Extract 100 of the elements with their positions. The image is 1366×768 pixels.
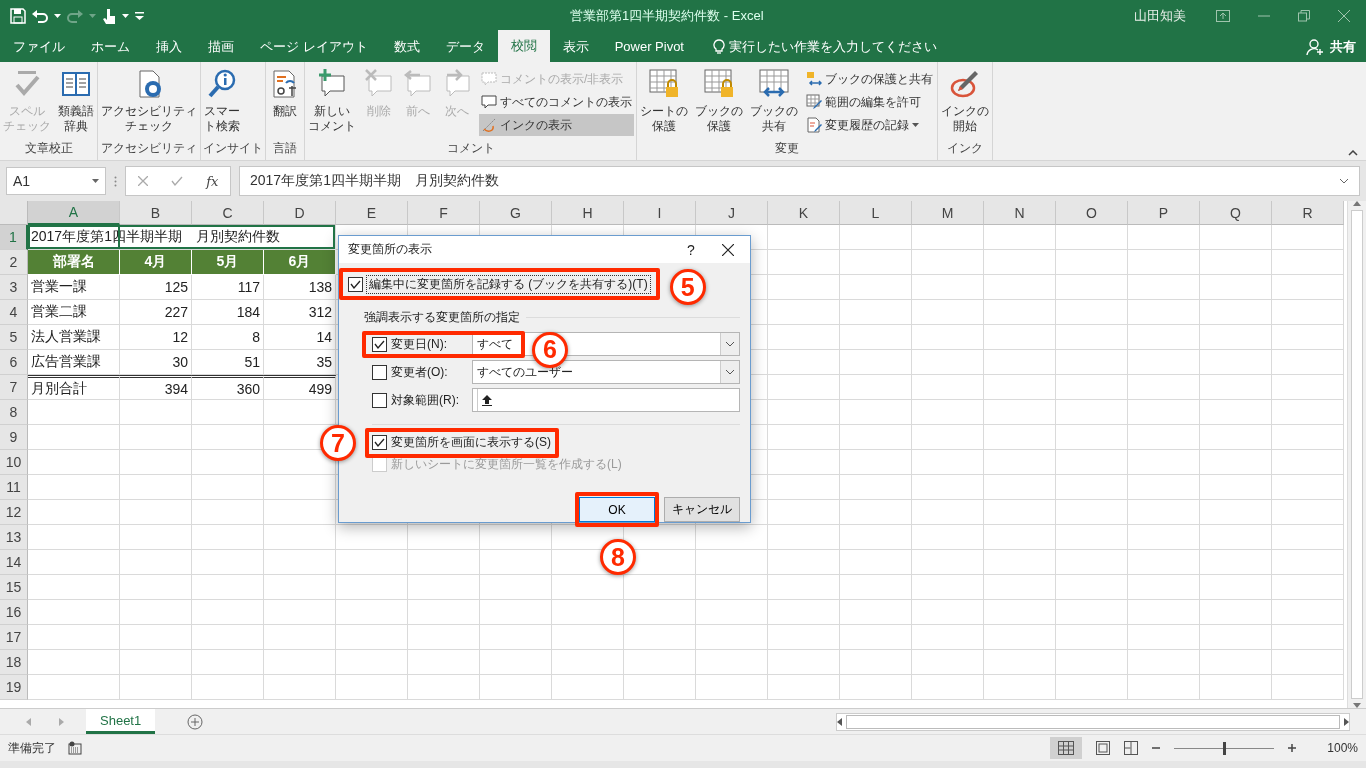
row-header[interactable]: 2	[0, 250, 28, 275]
ribbon-tab[interactable]: ページ レイアウト	[247, 32, 381, 62]
row-header[interactable]: 16	[0, 600, 28, 625]
help-button[interactable]: ?	[676, 241, 706, 258]
column-header[interactable]: R	[1272, 201, 1344, 225]
row-header[interactable]: 12	[0, 500, 28, 525]
checkbox[interactable]	[348, 276, 363, 292]
ribbon-button[interactable]: スマー ト検索	[203, 66, 241, 140]
column-header[interactable]: J	[696, 201, 768, 225]
ribbon-tab[interactable]: 挿入	[143, 32, 195, 62]
ribbon-button[interactable]: すべてのコメントの表示	[479, 91, 634, 113]
column-header[interactable]: L	[840, 201, 912, 225]
row-header[interactable]: 15	[0, 575, 28, 600]
zoom-level[interactable]: 100%	[1310, 741, 1366, 755]
ribbon-button[interactable]: ブックの 保護	[694, 66, 744, 140]
column-header[interactable]: O	[1056, 201, 1128, 225]
ribbon-tab[interactable]: Power Pivot	[601, 32, 697, 62]
tell-me-field[interactable]: 実行したい作業を入力してください	[729, 38, 937, 56]
ribbon-tab[interactable]: 描画	[195, 32, 247, 62]
ribbon-button[interactable]: インクの 開始	[940, 66, 990, 140]
row-header[interactable]: 7	[0, 375, 28, 400]
checkbox-label[interactable]: 対象範囲(R):	[391, 391, 459, 409]
sheet-tab[interactable]: Sheet1	[86, 709, 156, 734]
column-header[interactable]: N	[984, 201, 1056, 225]
row-header[interactable]: 3	[0, 275, 28, 300]
checkbox[interactable]	[372, 336, 387, 352]
page-layout-icon[interactable]	[1096, 741, 1110, 755]
ribbon-button[interactable]: 類義語 辞典	[57, 66, 95, 140]
checkbox-label[interactable]: 変更者(O):	[391, 363, 448, 381]
ribbon-button[interactable]: シートの 保護	[639, 66, 689, 140]
row-header[interactable]: 4	[0, 300, 28, 325]
column-header[interactable]: M	[912, 201, 984, 225]
save-icon[interactable]	[10, 8, 26, 24]
ribbon-tab[interactable]: ファイル	[0, 32, 78, 62]
ribbon-button[interactable]: 変更履歴の記録	[804, 114, 935, 136]
column-header[interactable]: A	[28, 201, 120, 225]
formula-field[interactable]: 2017年度第1四半期半期 月別契約件数	[239, 166, 1360, 196]
row-header[interactable]: 14	[0, 550, 28, 575]
column-header[interactable]: E	[336, 201, 408, 225]
row-header[interactable]: 17	[0, 625, 28, 650]
row-header[interactable]: 19	[0, 675, 28, 700]
dialog-button[interactable]: OK	[579, 497, 655, 522]
row-header[interactable]: 11	[0, 475, 28, 500]
ribbon-tab[interactable]: データ	[432, 32, 498, 62]
row-header[interactable]: 10	[0, 450, 28, 475]
zoom-slider[interactable]	[1222, 741, 1226, 755]
row-header[interactable]: 1	[0, 225, 28, 250]
checkbox[interactable]	[372, 392, 387, 408]
column-header[interactable]: B	[120, 201, 192, 225]
row-header[interactable]: 9	[0, 425, 28, 450]
ribbon-options-icon[interactable]	[1216, 10, 1230, 22]
row-header[interactable]: 6	[0, 350, 28, 375]
close-icon[interactable]	[722, 243, 734, 256]
expand-icon[interactable]	[1339, 178, 1349, 184]
row-header[interactable]: 8	[0, 400, 28, 425]
ribbon-button[interactable]: ブックの 共有	[749, 66, 799, 140]
ribbon-button[interactable]: 翻訳	[268, 66, 302, 140]
horizontal-scrollbar[interactable]	[836, 712, 1350, 731]
ribbon-tab[interactable]: 校閲	[497, 30, 550, 62]
row-header[interactable]: 5	[0, 325, 28, 350]
column-header[interactable]: K	[768, 201, 840, 225]
touch-icon[interactable]	[102, 8, 116, 24]
column-header[interactable]: D	[264, 201, 336, 225]
zoom-in-icon[interactable]	[1288, 744, 1296, 752]
zoom-out-icon[interactable]	[1152, 744, 1160, 752]
page-break-icon[interactable]	[1124, 741, 1138, 755]
checkbox-label[interactable]: 変更箇所を画面に表示する(S)	[391, 433, 551, 451]
ribbon-button[interactable]: インクの表示	[479, 114, 634, 136]
collapse-icon[interactable]	[1348, 150, 1358, 156]
column-header[interactable]: F	[408, 201, 480, 225]
column-header[interactable]: Q	[1200, 201, 1272, 225]
ribbon-tab[interactable]: 数式	[380, 32, 433, 62]
column-header[interactable]: G	[480, 201, 552, 225]
insert-function-button[interactable]: fx	[206, 173, 219, 189]
ribbon-button[interactable]: ブックの保護と共有	[804, 68, 935, 90]
column-header[interactable]: I	[624, 201, 696, 225]
column-header[interactable]: C	[192, 201, 264, 225]
add-sheet-icon[interactable]	[187, 713, 204, 730]
undo-icon[interactable]	[32, 9, 48, 23]
checkbox-label[interactable]: 編集中に変更箇所を記録する (ブックを共有する)(T)	[367, 275, 650, 293]
checkbox[interactable]	[372, 364, 387, 380]
share-button[interactable]: 共有	[1330, 38, 1356, 56]
vertical-scrollbar[interactable]	[1347, 201, 1366, 708]
name-box[interactable]: A1	[6, 167, 106, 195]
ribbon-tab[interactable]: 表示	[549, 32, 602, 62]
ribbon-button[interactable]: 範囲の編集を許可	[804, 91, 935, 113]
restore-icon[interactable]	[1298, 10, 1310, 22]
column-header[interactable]: H	[552, 201, 624, 225]
dialog-button[interactable]: キャンセル	[664, 497, 740, 522]
range-field[interactable]	[472, 388, 740, 412]
checkbox-label[interactable]: 変更日(N):	[391, 335, 447, 353]
row-header[interactable]: 13	[0, 525, 28, 550]
upload-arrow-icon[interactable]	[482, 394, 492, 406]
ribbon-tab[interactable]: ホーム	[78, 32, 143, 62]
checkbox[interactable]	[372, 434, 387, 450]
ribbon-button[interactable]: アクセシビリティ チェック	[100, 66, 198, 140]
row-header[interactable]: 18	[0, 650, 28, 675]
normal-view-icon[interactable]	[1058, 741, 1074, 755]
column-header[interactable]: P	[1128, 201, 1200, 225]
customize-icon[interactable]	[135, 12, 144, 20]
